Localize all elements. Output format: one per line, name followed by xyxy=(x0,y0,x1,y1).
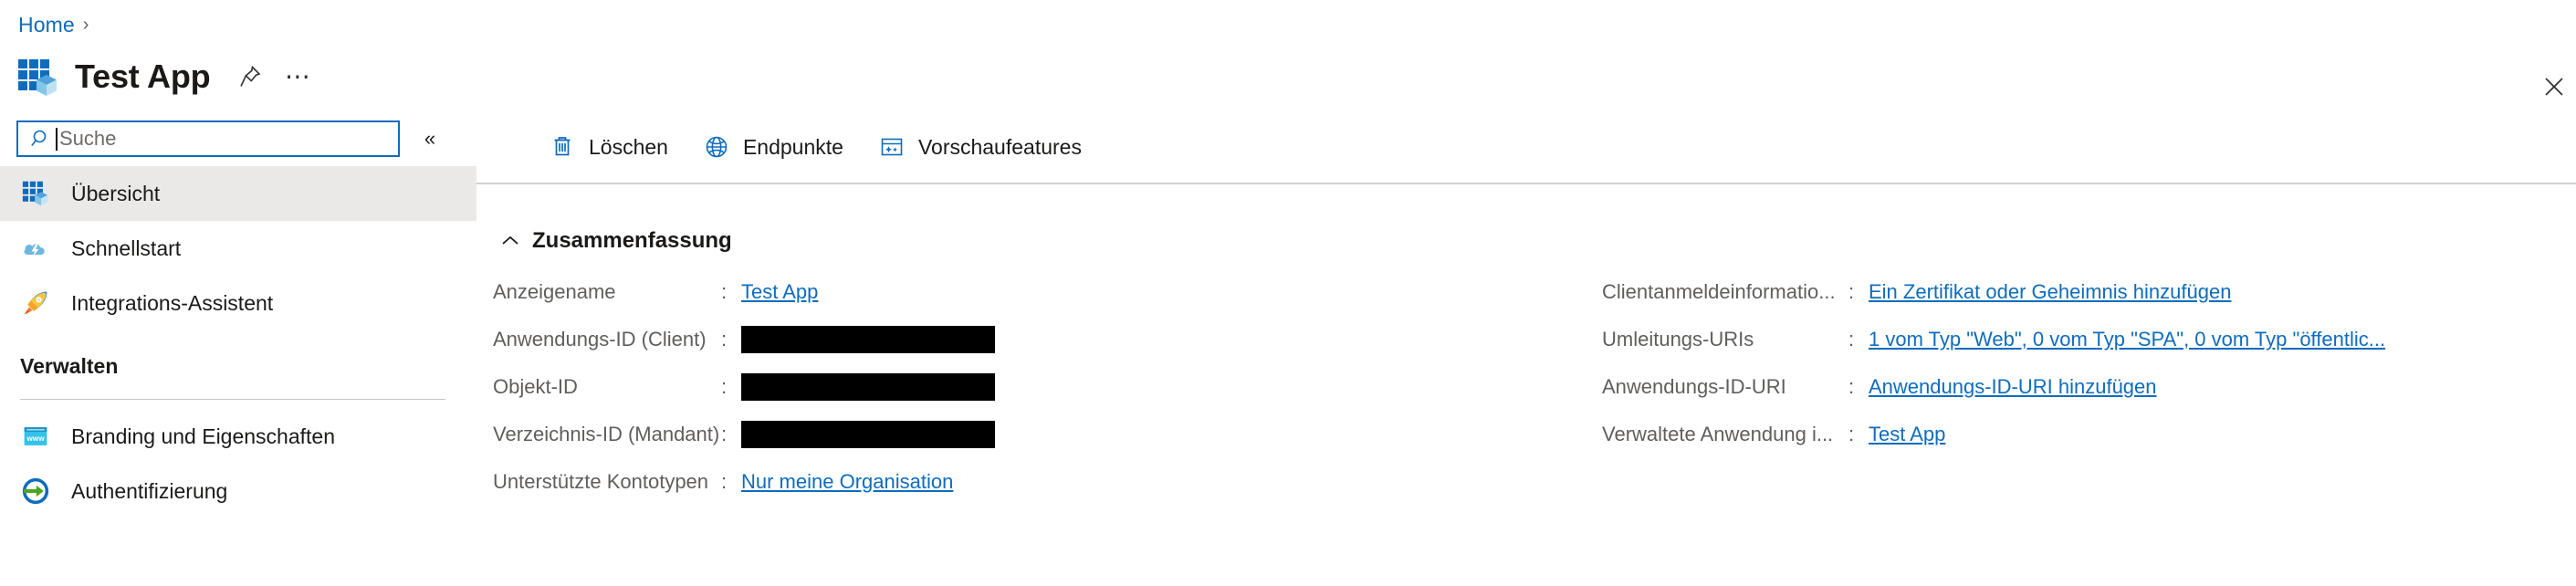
property-label: Verzeichnis-ID (Mandant) xyxy=(493,423,720,445)
rocket-icon xyxy=(20,288,51,319)
property-label: Verwaltete Anwendung i... xyxy=(1602,423,1834,445)
preview-features-button-label: Vorschaufeatures xyxy=(917,134,1082,159)
property-label: Anwendungs-ID-URI xyxy=(1602,375,1786,398)
chevron-up-icon xyxy=(499,230,521,252)
redacted-value xyxy=(741,326,995,353)
close-blade-button[interactable] xyxy=(2532,65,2576,109)
property-row-unterstuetzte-kontotypen: Unterstützte Kontotypen : Nur meine Orga… xyxy=(493,458,1520,506)
page-title: Test App xyxy=(75,58,211,95)
search-icon xyxy=(27,125,55,152)
property-row-anwendungs-id-uri: Anwendungs-ID-URI : Anwendungs-ID-URI hi… xyxy=(1602,363,2547,411)
property-row-umleitungs-uris: Umleitungs-URIs : 1 vom Typ "Web", 0 vom… xyxy=(1602,316,2547,363)
sidebar-group-divider xyxy=(20,399,445,400)
property-colon: : xyxy=(721,470,728,493)
property-row-verwaltete-anwendung: Verwaltete Anwendung i... : Test App xyxy=(1602,411,2547,458)
delete-button[interactable]: Löschen xyxy=(534,124,683,170)
trash-icon xyxy=(549,133,576,161)
property-label: Objekt-ID xyxy=(493,375,578,398)
breadcrumb: Home › xyxy=(18,13,89,37)
delete-button-label: Löschen xyxy=(589,134,668,159)
property-row-verzeichnis-id-mandant: Verzeichnis-ID (Mandant) : xyxy=(493,411,1520,458)
property-value-link[interactable]: Nur meine Organisation xyxy=(741,470,953,494)
property-row-clientanmeldeinformationen: Clientanmeldeinformatio... : Ein Zertifi… xyxy=(1602,268,2547,316)
property-colon: : xyxy=(1848,280,1855,303)
sidebar-item-integrations-assistent[interactable]: Integrations-Assistent xyxy=(0,276,476,330)
redacted-value xyxy=(741,373,995,401)
property-label: Anzeigename xyxy=(493,280,616,303)
property-colon: : xyxy=(1848,423,1855,445)
endpoints-button-label: Endpunkte xyxy=(742,134,843,159)
pin-icon[interactable] xyxy=(230,57,270,97)
property-value-link[interactable]: 1 vom Typ "Web", 0 vom Typ "SPA", 0 vom … xyxy=(1869,328,2385,351)
azure-portal-blade: Home › Test App ⋯ Suche « Übersicht Schn… xyxy=(0,0,2576,586)
overview-grid-icon xyxy=(20,178,51,209)
property-value-link[interactable]: Test App xyxy=(1869,423,1945,446)
property-colon: : xyxy=(721,423,728,445)
sidebar-item-authentifizierung[interactable]: Authentifizierung xyxy=(0,464,476,518)
property-label: Anwendungs-ID (Client) xyxy=(493,328,707,351)
toolbar-divider xyxy=(476,183,2576,184)
breadcrumb-home-link[interactable]: Home xyxy=(18,13,75,37)
property-value-link[interactable]: Ein Zertifikat oder Geheimnis hinzufügen xyxy=(1869,280,2231,304)
sidebar-item-label: Integrations-Assistent xyxy=(71,290,274,315)
property-colon: : xyxy=(721,328,728,351)
globe-icon xyxy=(703,133,730,161)
summary-properties: Anzeigename : Test App Anwendungs-ID (Cl… xyxy=(493,268,2547,506)
property-colon: : xyxy=(1848,328,1855,351)
sidebar-item-label: Authentifizierung xyxy=(71,478,228,503)
sidebar-item-schnellstart[interactable]: Schnellstart xyxy=(0,221,476,276)
property-label: Unterstützte Kontotypen xyxy=(493,470,709,493)
quickstart-cloud-icon xyxy=(20,233,51,264)
property-label: Clientanmeldeinformatio... xyxy=(1602,280,1836,303)
sidebar-item-label: Schnellstart xyxy=(71,235,182,260)
summary-right-column: Clientanmeldeinformatio... : Ein Zertifi… xyxy=(1520,268,2547,506)
property-label: Umleitungs-URIs xyxy=(1602,328,1754,351)
more-options-icon[interactable]: ⋯ xyxy=(277,57,318,97)
more-options-label: ⋯ xyxy=(284,62,311,90)
preview-features-icon xyxy=(878,133,906,161)
sidebar-item-label: Branding und Eigenschaften xyxy=(71,424,335,448)
sidebar-group-verwalten: Verwalten xyxy=(0,330,476,384)
endpoints-button[interactable]: Endpunkte xyxy=(688,124,858,170)
search-input[interactable] xyxy=(58,127,359,151)
app-registration-icon xyxy=(16,56,58,98)
property-colon: : xyxy=(721,375,728,398)
blade-left-navigation: « xyxy=(0,111,476,586)
command-toolbar: Löschen Endpunkte Vorschaufeatures xyxy=(476,111,2576,183)
summary-section-header[interactable]: Zusammenfassung xyxy=(499,228,732,254)
sidebar-group-title: Verwalten xyxy=(20,354,119,378)
property-value-link[interactable]: Anwendungs-ID-URI hinzufügen xyxy=(1869,375,2157,399)
authentication-arrow-icon xyxy=(20,476,51,507)
property-colon: : xyxy=(721,280,728,303)
property-colon: : xyxy=(1848,375,1855,398)
property-row-anwendungs-id-client: Anwendungs-ID (Client) : xyxy=(493,316,1520,363)
preview-features-button[interactable]: Vorschaufeatures xyxy=(864,124,1096,170)
search-row: « xyxy=(0,111,476,166)
sidebar-item-label: Übersicht xyxy=(71,181,161,205)
nav-list: Übersicht Schnellstart Integrations-Assi… xyxy=(0,166,476,518)
collapse-nav-icon[interactable]: « xyxy=(413,121,447,156)
www-browser-icon: www xyxy=(20,421,51,452)
search-box[interactable] xyxy=(16,120,400,157)
property-value-link[interactable]: Test App xyxy=(741,280,818,304)
property-row-objekt-id: Objekt-ID : xyxy=(493,363,1520,411)
property-row-anzeigename: Anzeigename : Test App xyxy=(493,268,1520,316)
redacted-value xyxy=(741,421,995,448)
breadcrumb-separator-icon: › xyxy=(82,14,89,35)
summary-left-column: Anzeigename : Test App Anwendungs-ID (Cl… xyxy=(493,268,1520,506)
blade-content: Löschen Endpunkte Vorschaufeatures Zusam… xyxy=(476,111,2576,586)
summary-section-title: Zusammenfassung xyxy=(532,228,732,253)
sidebar-item-uebersicht[interactable]: Übersicht xyxy=(0,166,476,221)
svg-text:www: www xyxy=(26,434,45,443)
sidebar-item-branding-und-eigenschaften[interactable]: www Branding und Eigenschaften xyxy=(0,409,476,464)
blade-title-row: Test App ⋯ xyxy=(16,53,318,100)
